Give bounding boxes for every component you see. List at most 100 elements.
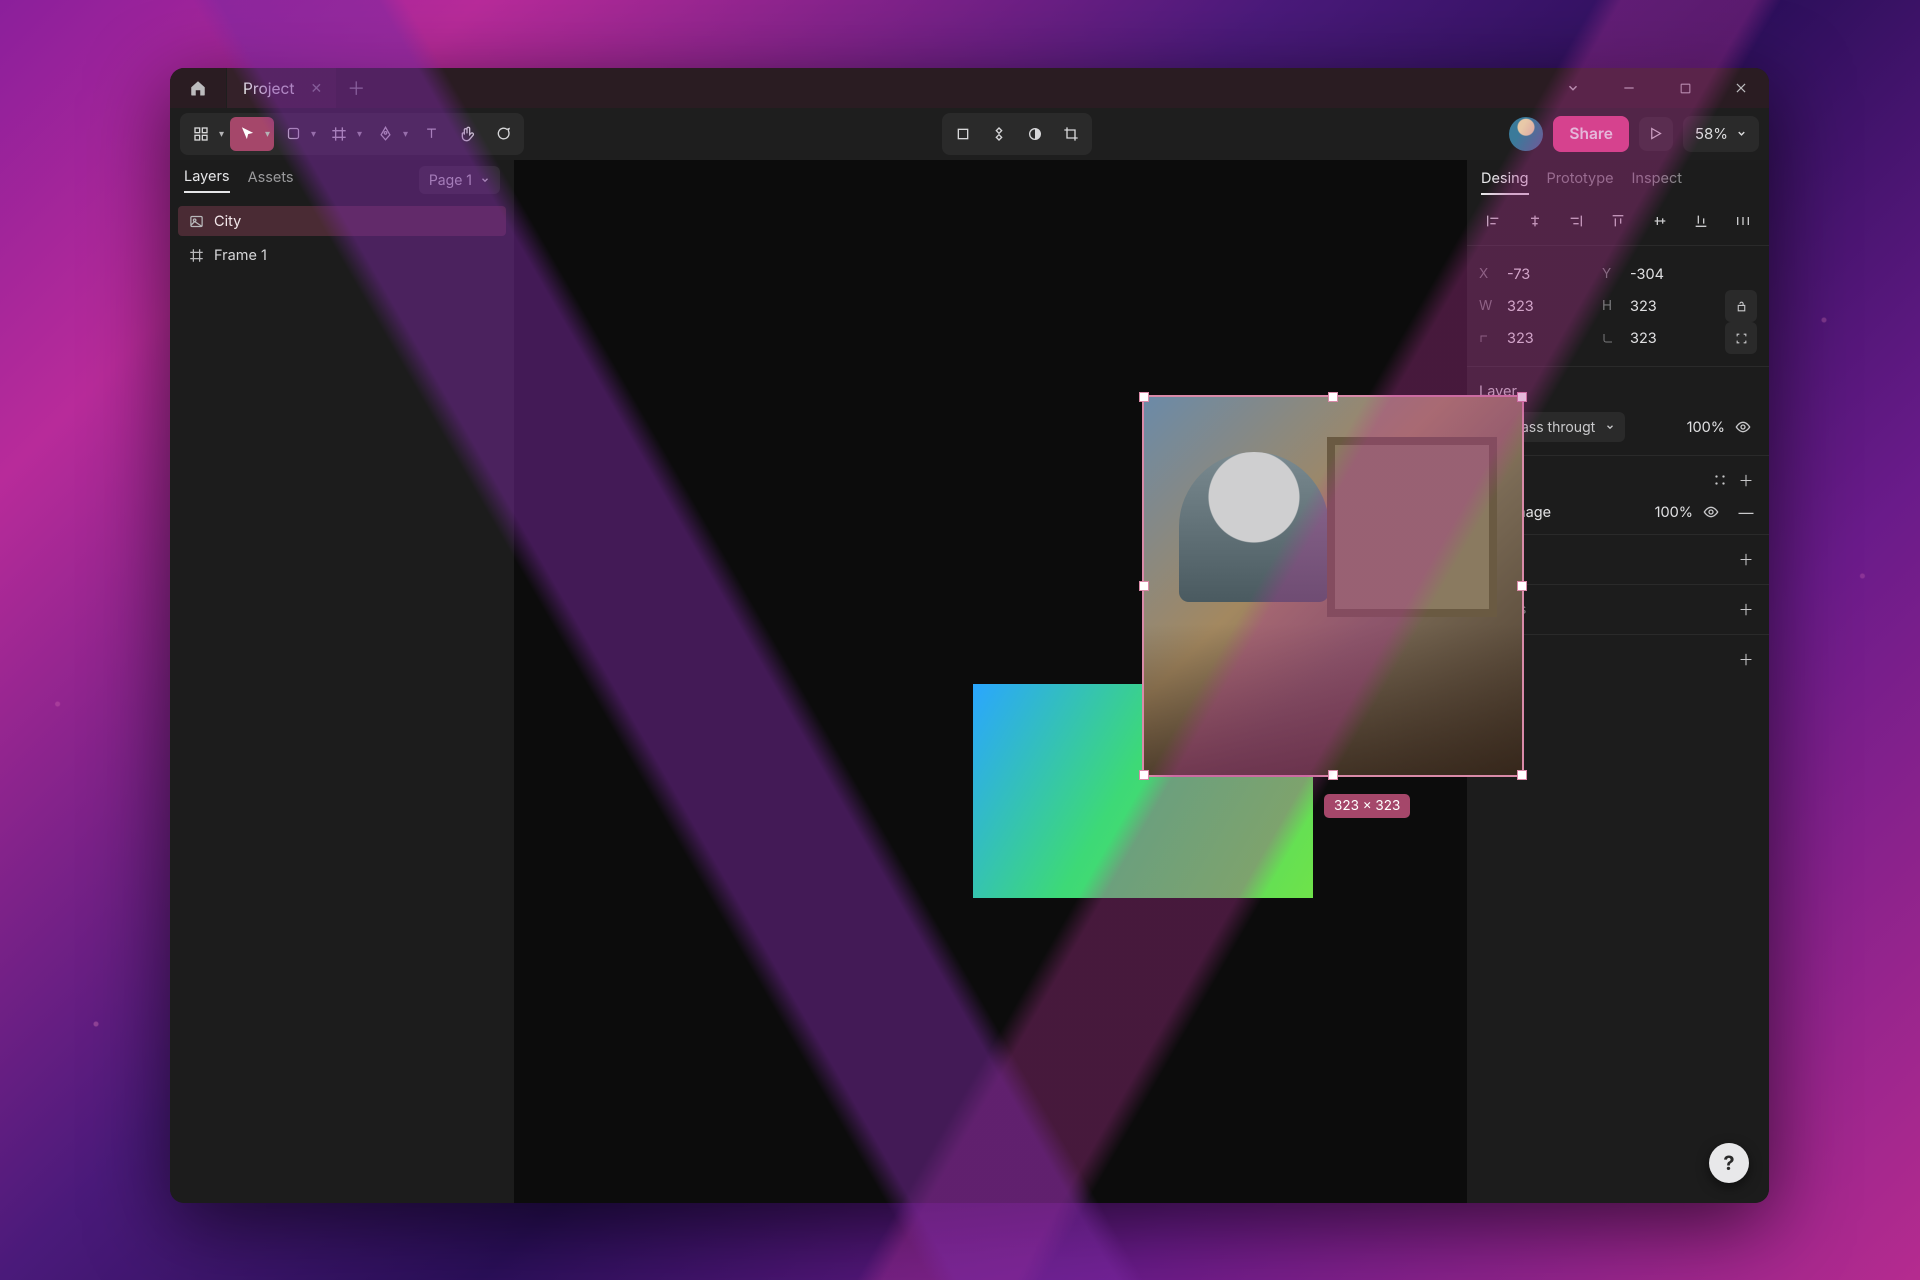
remove-fill-button[interactable]: —: [1735, 503, 1757, 522]
tool-group-right: Share 58%: [1509, 116, 1759, 152]
align-left-button[interactable]: [1479, 207, 1507, 235]
minimize-button[interactable]: [1601, 68, 1657, 108]
tab-layers[interactable]: Layers: [184, 168, 230, 193]
fill-opacity-value[interactable]: 100%: [1655, 504, 1693, 521]
layer-item-label: City: [214, 213, 241, 230]
y-label: Y: [1602, 266, 1618, 282]
crop-image-tool[interactable]: [1054, 117, 1088, 151]
menu-tool[interactable]: [184, 117, 228, 151]
left-panel-tabs: Layers Assets Page 1: [170, 160, 514, 200]
frame-tool[interactable]: [322, 117, 366, 151]
avatar[interactable]: [1509, 117, 1543, 151]
align-vcenter-button[interactable]: [1646, 207, 1674, 235]
new-tab-button[interactable]: ＋: [336, 75, 376, 101]
close-window-button[interactable]: [1713, 68, 1769, 108]
app-window: Project ✕ ＋: [170, 68, 1769, 1203]
share-button-label: Share: [1569, 124, 1612, 143]
layer-list: City Frame 1: [170, 200, 514, 276]
tool-group-center: [942, 113, 1092, 155]
style-icon[interactable]: [1713, 473, 1735, 487]
home-button[interactable]: [170, 68, 226, 108]
resize-handle-bl[interactable]: [1140, 771, 1148, 779]
text-tool[interactable]: [414, 117, 448, 151]
align-right-button[interactable]: [1562, 207, 1590, 235]
resize-handle-mr[interactable]: [1518, 582, 1526, 590]
add-effect-button[interactable]: ＋: [1735, 599, 1757, 620]
zoom-value: 58%: [1695, 124, 1728, 143]
align-bottom-button[interactable]: [1687, 207, 1715, 235]
layer-item-frame-1[interactable]: Frame 1: [178, 240, 506, 270]
hand-tool[interactable]: [450, 117, 484, 151]
tab-assets[interactable]: Assets: [248, 169, 294, 192]
align-hcenter-button[interactable]: [1521, 207, 1549, 235]
maximize-button[interactable]: [1657, 68, 1713, 108]
align-top-button[interactable]: [1604, 207, 1632, 235]
chevron-down-icon[interactable]: [1545, 68, 1601, 108]
lock-ratio-button[interactable]: [1725, 290, 1757, 322]
mask-tool[interactable]: [1018, 117, 1052, 151]
fill-visibility-toggle[interactable]: [1703, 504, 1725, 520]
crop-tool[interactable]: [946, 117, 980, 151]
blend-mode-label: Pass througt: [1512, 419, 1595, 436]
move-tool[interactable]: [230, 117, 274, 151]
help-button[interactable]: ?: [1709, 1143, 1749, 1183]
close-tab-icon[interactable]: ✕: [311, 80, 323, 97]
tab-prototype[interactable]: Prototype: [1547, 170, 1614, 195]
visibility-toggle[interactable]: [1735, 419, 1757, 435]
add-stroke-button[interactable]: ＋: [1735, 549, 1757, 570]
resize-handle-ml[interactable]: [1140, 582, 1148, 590]
radius-icon: [1602, 332, 1618, 344]
dimension-badge: 323 × 323: [1324, 794, 1410, 818]
align-row: [1467, 203, 1769, 245]
add-export-button[interactable]: ＋: [1735, 649, 1757, 670]
shape-tool[interactable]: [276, 117, 320, 151]
share-button[interactable]: Share: [1553, 116, 1628, 152]
w-label: W: [1479, 298, 1495, 314]
layer-item-label: Frame 1: [214, 247, 267, 264]
rotation-value[interactable]: 323: [1507, 330, 1534, 347]
page-selector[interactable]: Page 1: [419, 166, 500, 194]
canvas[interactable]: 323 × 323: [514, 160, 1467, 1203]
resize-handle-tl[interactable]: [1140, 393, 1148, 401]
independent-corners-button[interactable]: [1725, 322, 1757, 354]
canvas-image-city[interactable]: [1144, 397, 1522, 775]
resize-handle-tr[interactable]: [1518, 393, 1526, 401]
layer-opacity-value[interactable]: 100%: [1687, 419, 1725, 436]
present-button[interactable]: [1639, 117, 1673, 151]
radius-value[interactable]: 323: [1630, 330, 1657, 347]
resize-handle-bm[interactable]: [1329, 771, 1337, 779]
resize-handle-tm[interactable]: [1329, 393, 1337, 401]
distribute-button[interactable]: [1729, 207, 1757, 235]
resize-handle-br[interactable]: [1518, 771, 1526, 779]
image-icon: [188, 213, 204, 229]
add-fill-button[interactable]: ＋: [1735, 470, 1757, 491]
chevron-down-icon: [1605, 422, 1615, 432]
main-area: Layers Assets Page 1 City: [170, 160, 1769, 1203]
y-value[interactable]: -304: [1630, 266, 1664, 283]
chevron-down-icon: [1736, 128, 1747, 139]
toolbar: Share 58%: [170, 108, 1769, 160]
x-value[interactable]: -73: [1507, 266, 1530, 283]
left-panel: Layers Assets Page 1 City: [170, 160, 514, 1203]
tool-group-left: [180, 113, 524, 155]
transform-section: X -73 Y -304 W 323 H 323 323 323: [1467, 245, 1769, 366]
tab-inspect[interactable]: Inspect: [1632, 170, 1682, 195]
chevron-down-icon: [480, 175, 490, 185]
layer-item-city[interactable]: City: [178, 206, 506, 236]
tab-title: Project: [243, 79, 295, 98]
w-value[interactable]: 323: [1507, 298, 1534, 315]
frame-icon: [188, 247, 204, 263]
rotation-icon: [1479, 332, 1495, 344]
project-tab[interactable]: Project ✕: [226, 68, 336, 108]
right-panel-tabs: Desing Prototype Inspect: [1467, 160, 1769, 203]
pen-tool[interactable]: [368, 117, 412, 151]
component-tool[interactable]: [982, 117, 1016, 151]
h-label: H: [1602, 298, 1618, 314]
tab-design[interactable]: Desing: [1481, 170, 1529, 195]
comment-tool[interactable]: [486, 117, 520, 151]
zoom-control[interactable]: 58%: [1683, 116, 1759, 152]
page-selector-label: Page 1: [429, 172, 472, 189]
x-label: X: [1479, 266, 1495, 282]
titlebar: Project ✕ ＋: [170, 68, 1769, 108]
h-value[interactable]: 323: [1630, 298, 1657, 315]
